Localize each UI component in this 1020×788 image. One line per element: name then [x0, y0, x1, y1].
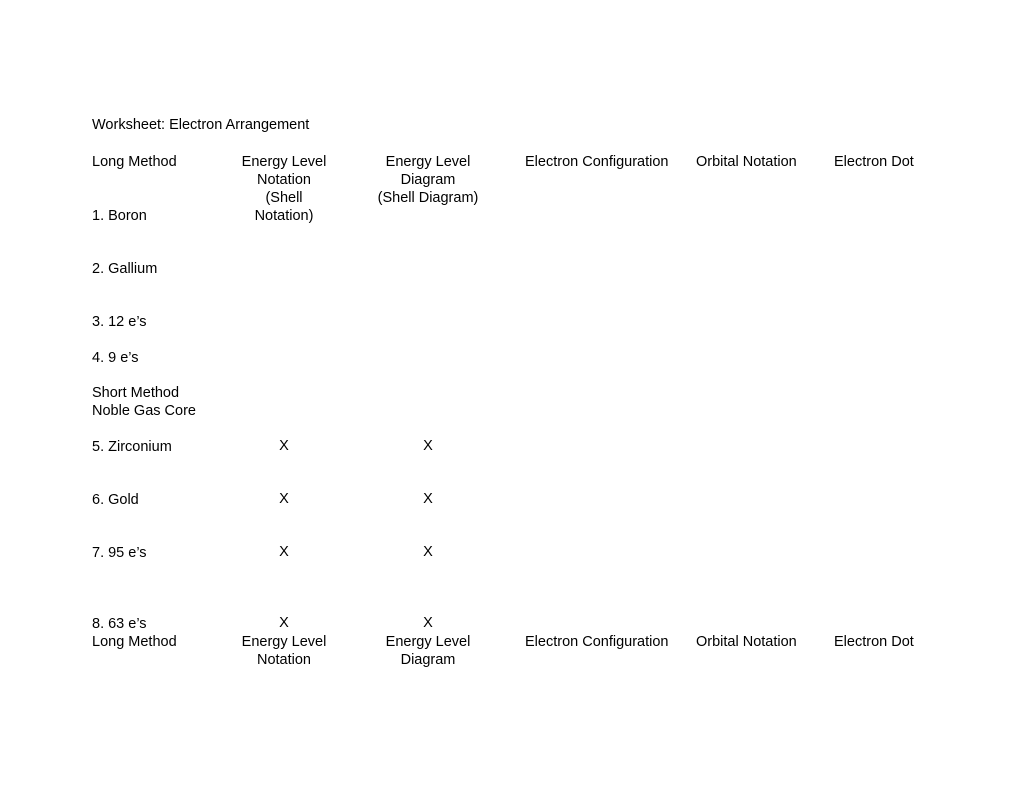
table-row-label-3: 3. 12 e’s [92, 314, 147, 330]
table-row-label-1: 1. Boron [92, 208, 147, 224]
row-6-energy-level-diagram-mark: X [423, 491, 433, 507]
header-energy-level-diagram-line3: (Shell Diagram) [377, 190, 479, 206]
footer-header-energy-level-notation-line1: Energy Level [241, 634, 327, 650]
table-row-label-7: 7. 95 e’s [92, 545, 147, 561]
row-8-energy-level-diagram-mark: X [423, 615, 433, 631]
footer-header-electron-dot: Electron Dot [834, 634, 914, 650]
footer-header-long-method: Long Method [92, 634, 177, 650]
header-energy-level-diagram-line1: Energy Level [385, 154, 471, 170]
header-electron-dot: Electron Dot [834, 154, 914, 170]
footer-header-electron-configuration: Electron Configuration [525, 634, 669, 650]
row-6-energy-level-notation-mark: X [279, 491, 289, 507]
header-orbital-notation: Orbital Notation [696, 154, 797, 170]
table-row-label-2: 2. Gallium [92, 261, 158, 277]
header-energy-level-notation-line3: (Shell Notation) [254, 190, 314, 224]
row-7-energy-level-notation-mark: X [279, 544, 289, 560]
header-energy-level-diagram-line2: Diagram [400, 172, 456, 188]
header-energy-level-notation-line2: Notation [256, 172, 311, 188]
header-electron-configuration: Electron Configuration [525, 154, 669, 170]
header-energy-level-notation-line1: Energy Level [241, 154, 327, 170]
table-row-label-6: 6. Gold [92, 492, 139, 508]
header-energy-level-notation: Energy Level Notation (Shell Notation) [238, 153, 330, 225]
row-8-energy-level-notation-mark: X [279, 615, 289, 631]
row-7-energy-level-diagram-mark: X [423, 544, 433, 560]
header-long-method: Long Method [92, 154, 177, 170]
footer-header-energy-level-notation-line2: Notation [256, 652, 311, 668]
worksheet-page: Worksheet: Electron Arrangement Long Met… [0, 0, 1020, 788]
row-5-energy-level-notation-mark: X [279, 438, 289, 454]
footer-header-energy-level-diagram-line2: Diagram [400, 652, 456, 668]
section-label-line1: Short Method [92, 385, 180, 401]
table-row-label-8: 8. 63 e’s [92, 616, 147, 632]
footer-header-energy-level-notation: Energy Level Notation [238, 633, 330, 669]
table-row-label-5: 5. Zirconium [92, 439, 172, 455]
footer-header-energy-level-diagram: Energy Level Diagram [374, 633, 482, 669]
row-5-energy-level-diagram-mark: X [423, 438, 433, 454]
page-title: Worksheet: Electron Arrangement [92, 117, 310, 133]
section-label-line2: Noble Gas Core [92, 403, 196, 419]
footer-header-energy-level-diagram-line1: Energy Level [385, 634, 471, 650]
footer-header-orbital-notation: Orbital Notation [696, 634, 797, 650]
table-row-label-4: 4. 9 e’s [92, 350, 139, 366]
header-energy-level-diagram: Energy Level Diagram (Shell Diagram) [374, 153, 482, 207]
section-label-short-method: Short Method Noble Gas Core [92, 384, 196, 420]
